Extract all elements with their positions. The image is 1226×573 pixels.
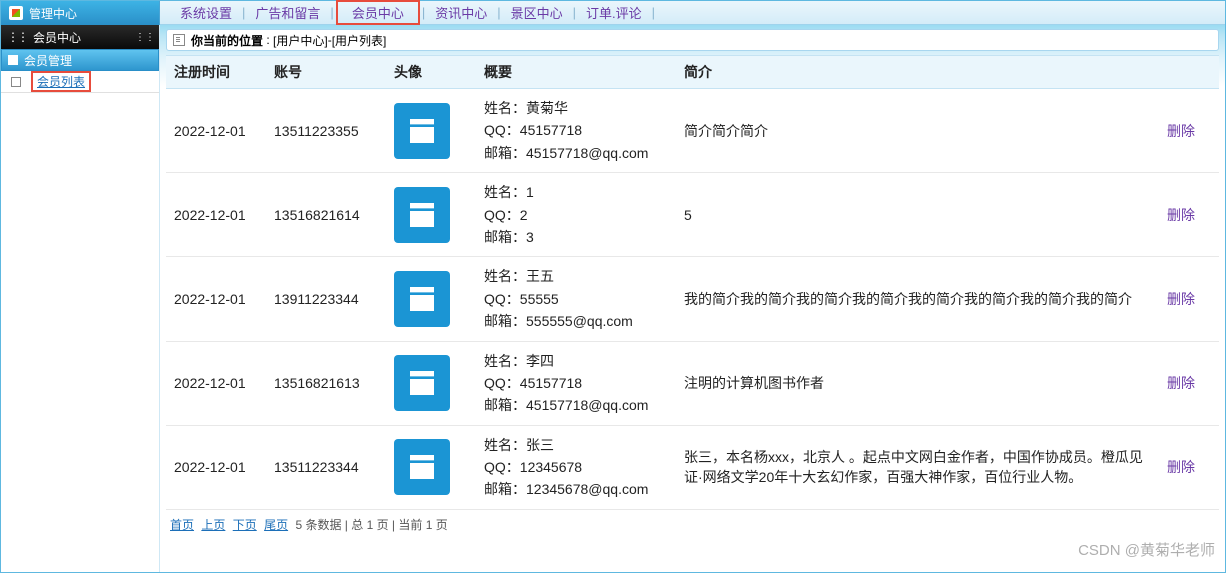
sidebar-item-member-list[interactable]: 会员列表 (1, 71, 159, 93)
cell-account: 13511223355 (266, 89, 386, 173)
nav-separator: | (328, 5, 335, 20)
window-icon (9, 6, 23, 20)
cell-avatar (386, 341, 476, 425)
cell-intro: 注明的计算机图书作者 (676, 341, 1159, 425)
breadcrumb: 你当前的位置 : [用户中心] - [用户列表] (166, 29, 1219, 51)
cell-account: 13911223344 (266, 257, 386, 341)
doc-icon (11, 77, 21, 87)
th-summary: 概要 (476, 56, 676, 89)
nav-separator: | (240, 5, 247, 20)
sidebar-item-label[interactable]: 会员列表 (37, 75, 85, 89)
cell-time: 2022-12-01 (166, 341, 266, 425)
cell-summary: 姓名：黄菊华QQ：45157718邮箱：45157718@qq.com (476, 89, 676, 173)
sidebar-title-text: 会员中心 (33, 29, 81, 46)
nav-separator: | (420, 5, 427, 20)
avatar-icon (394, 103, 450, 159)
delete-link[interactable]: 删除 (1167, 207, 1195, 223)
nav-item[interactable]: 系统设置 (172, 3, 240, 22)
cell-account: 13516821614 (266, 173, 386, 257)
page-icon (173, 34, 185, 46)
nav-item[interactable]: 会员中心 (344, 6, 412, 21)
th-intro: 简介 (676, 56, 1159, 89)
sidebar-group-member-manage[interactable]: 会员管理 (1, 49, 159, 71)
cell-avatar (386, 425, 476, 509)
delete-link[interactable]: 删除 (1167, 375, 1195, 391)
admin-title: 管理中心 (1, 1, 160, 25)
list-icon (8, 55, 18, 65)
nav-item[interactable]: 订单.评论 (578, 3, 650, 22)
cell-summary: 姓名：1QQ：2邮箱：3 (476, 173, 676, 257)
cell-avatar (386, 89, 476, 173)
cell-intro: 5 (676, 173, 1159, 257)
table-header-row: 注册时间 账号 头像 概要 简介 (166, 56, 1219, 89)
delete-link[interactable]: 删除 (1167, 123, 1195, 139)
table-row: 2022-12-0113516821614 姓名：1QQ：2邮箱：35 删除 (166, 173, 1219, 257)
avatar-icon (394, 187, 450, 243)
content-area: 你当前的位置 : [用户中心] - [用户列表] 注册时间 账号 头像 概要 简… (160, 25, 1225, 572)
pager-prev[interactable]: 上页 (201, 518, 225, 532)
cell-intro: 我的简介我的简介我的简介我的简介我的简介我的简介我的简介我的简介 (676, 257, 1159, 341)
nav-item[interactable]: 广告和留言 (247, 3, 328, 22)
table-row: 2022-12-0113511223355 姓名：黄菊华QQ：45157718邮箱… (166, 89, 1219, 173)
cell-summary: 姓名：李四QQ：45157718邮箱：45157718@qq.com (476, 341, 676, 425)
drag-dots-icon: ⋮⋮ (135, 32, 155, 43)
breadcrumb-sep: : (263, 33, 273, 47)
cell-account: 13516821613 (266, 341, 386, 425)
nav-separator: | (495, 5, 502, 20)
nav-item[interactable]: 资讯中心 (427, 3, 495, 22)
delete-link[interactable]: 删除 (1167, 291, 1195, 307)
pager-info: 5 条数据 | 总 1 页 | 当前 1 页 (295, 518, 447, 532)
top-nav: 系统设置|广告和留言|会员中心|资讯中心|景区中心|订单.评论| (160, 1, 1225, 25)
pager-first[interactable]: 首页 (170, 518, 194, 532)
sidebar: 会员中心 ⋮⋮ 会员管理 会员列表 (1, 25, 160, 572)
cell-time: 2022-12-01 (166, 257, 266, 341)
avatar-icon (394, 439, 450, 495)
sidebar-title: 会员中心 ⋮⋮ (1, 25, 159, 49)
cell-avatar (386, 173, 476, 257)
grip-icon (7, 30, 27, 44)
cell-operate: 删除 (1159, 425, 1219, 509)
table-row: 2022-12-0113516821613 姓名：李四QQ：45157718邮箱：… (166, 341, 1219, 425)
cell-intro: 张三，本名杨xxx，北京人 。起点中文网白金作者，中国作协成员。橙瓜见证·网络文… (676, 425, 1159, 509)
watermark: CSDN @黄菊华老师 (1078, 539, 1215, 560)
sidebar-group-label: 会员管理 (24, 52, 72, 69)
cell-operate: 删除 (1159, 257, 1219, 341)
admin-title-text: 管理中心 (29, 5, 77, 22)
avatar-icon (394, 271, 450, 327)
cell-time: 2022-12-01 (166, 425, 266, 509)
table-row: 2022-12-0113511223344 姓名：张三QQ：12345678邮箱：… (166, 425, 1219, 509)
cell-operate: 删除 (1159, 341, 1219, 425)
user-table: 注册时间 账号 头像 概要 简介 2022-12-0113511223355姓名… (166, 55, 1219, 510)
delete-link[interactable]: 删除 (1167, 459, 1195, 475)
breadcrumb-path2: [用户列表] (332, 32, 387, 49)
cell-time: 2022-12-01 (166, 89, 266, 173)
cell-intro: 简介简介简介 (676, 89, 1159, 173)
table-row: 2022-12-0113911223344 姓名：王五QQ：55555邮箱：555… (166, 257, 1219, 341)
avatar-icon (394, 355, 450, 411)
pager-last[interactable]: 尾页 (264, 518, 288, 532)
cell-summary: 姓名：王五QQ：55555邮箱：555555@qq.com (476, 257, 676, 341)
cell-summary: 姓名：张三QQ：12345678邮箱：12345678@qq.com (476, 425, 676, 509)
cell-operate: 删除 (1159, 89, 1219, 173)
cell-avatar (386, 257, 476, 341)
pager-next[interactable]: 下页 (233, 518, 257, 532)
cell-account: 13511223344 (266, 425, 386, 509)
nav-separator: | (650, 5, 657, 20)
th-reg-time: 注册时间 (166, 56, 266, 89)
breadcrumb-label: 你当前的位置 (191, 32, 263, 49)
cell-operate: 删除 (1159, 173, 1219, 257)
nav-item[interactable]: 景区中心 (503, 3, 571, 22)
cell-time: 2022-12-01 (166, 173, 266, 257)
th-avatar: 头像 (386, 56, 476, 89)
pagination: 首页 上页 下页 尾页 5 条数据 | 总 1 页 | 当前 1 页 (166, 510, 1219, 539)
nav-separator: | (571, 5, 578, 20)
breadcrumb-path1: [用户中心] (273, 32, 328, 49)
th-account: 账号 (266, 56, 386, 89)
th-operate (1159, 56, 1219, 89)
